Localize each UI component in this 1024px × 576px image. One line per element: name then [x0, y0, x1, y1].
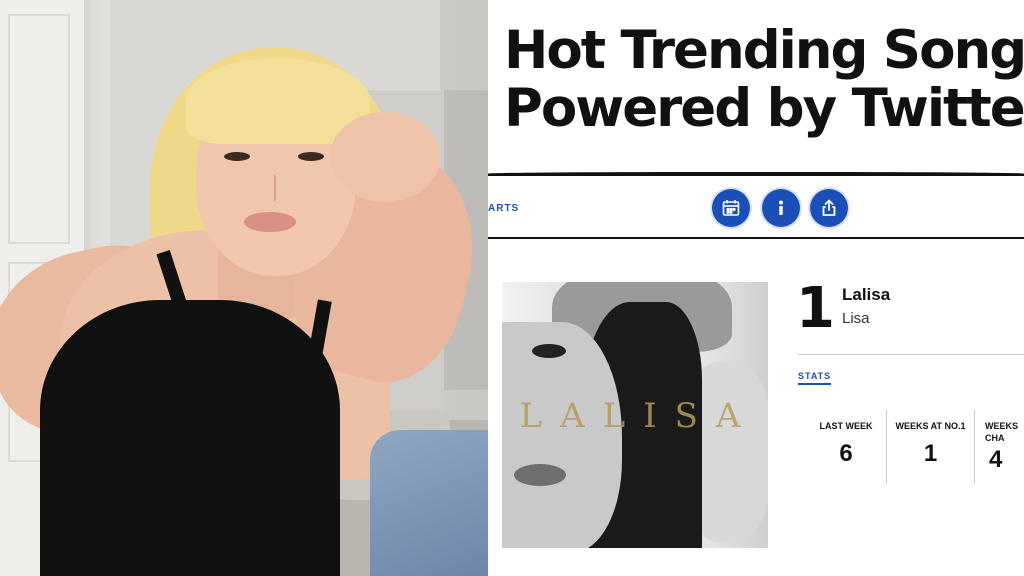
- info-button[interactable]: [762, 189, 800, 227]
- charts-nav-link[interactable]: ARTS: [488, 203, 519, 214]
- calendar-button[interactable]: [712, 189, 750, 227]
- stat-label: WEEKS CHA: [975, 420, 1024, 444]
- stat-last-week: LAST WEEK 6: [806, 410, 886, 484]
- stats-tab[interactable]: STATS: [798, 371, 832, 385]
- stat-weeks-on-chart: WEEKS CHA 4: [974, 410, 1024, 484]
- song-artist[interactable]: Lisa: [842, 310, 870, 327]
- share-icon: [822, 199, 836, 216]
- calendar-icon: [722, 200, 740, 216]
- info-icon: [779, 200, 783, 215]
- stat-value: 6: [839, 440, 853, 467]
- top-divider: [488, 172, 1024, 176]
- stat-label-line-2: CHA: [985, 433, 1005, 443]
- page-title-line-1: Hot Trending Song: [504, 20, 1024, 81]
- stat-weeks-at-no1: WEEKS AT NO.1 1: [886, 410, 974, 484]
- stat-label: LAST WEEK: [819, 421, 873, 431]
- stat-label: WEEKS AT NO.1: [895, 421, 966, 431]
- stat-value: 1: [923, 440, 938, 467]
- page-title-line-2: Powered by Twitte: [504, 78, 1024, 139]
- chart-rank: 1: [796, 276, 835, 341]
- stat-value: 4: [989, 446, 1003, 473]
- share-button[interactable]: [810, 189, 848, 227]
- entry-divider: [798, 354, 1024, 355]
- chart-page: Hot Trending Song Powered by Twitte ARTS: [488, 0, 1024, 576]
- page-title: Hot Trending Song Powered by Twitte: [504, 22, 1024, 138]
- album-cover-wordmark: LALISA: [519, 396, 759, 436]
- album-cover[interactable]: LALISA: [502, 282, 768, 548]
- toolbar-divider: [488, 237, 1024, 239]
- song-title[interactable]: Lalisa: [842, 285, 890, 305]
- stat-label-line-1: WEEKS: [985, 421, 1019, 431]
- artist-photo: [0, 0, 488, 576]
